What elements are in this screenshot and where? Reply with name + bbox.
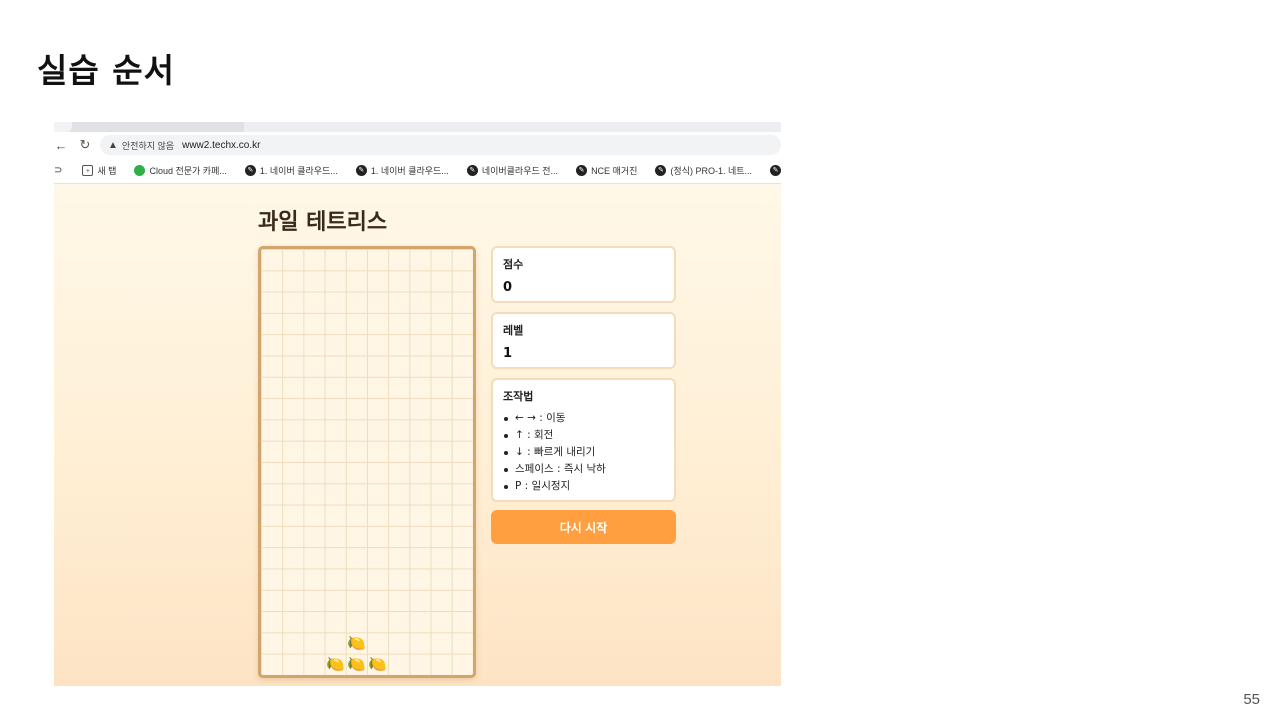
lemon-block: 🍋 [368, 655, 387, 673]
reload-icon[interactable]: ↻ [78, 137, 92, 153]
bookmarks-menu-icon[interactable]: ⊃ [54, 165, 62, 176]
page-number: 55 [1243, 691, 1260, 708]
bookmark-label: 네이버클라우드 전... [481, 166, 559, 176]
bookmark-n[interactable]: ✎ N [770, 165, 781, 176]
control-item: P : 일시정지 [503, 478, 664, 495]
warning-icon[interactable]: ▲ [108, 140, 118, 151]
bookmark-label: NCE 매거진 [591, 166, 638, 176]
bookmark-icon: ✎ [355, 165, 367, 176]
url-text[interactable]: www2.techx.co.kr [182, 140, 260, 151]
lemon-block: 🍋 [347, 634, 366, 652]
bookmark-icon: ✎ [244, 165, 256, 176]
bookmark-label: (정식) PRO-1. 네트... [670, 166, 753, 176]
control-item: ↓ : 빠르게 내리기 [503, 444, 664, 461]
score-label: 점수 [503, 258, 524, 271]
bookmark-label: 1. 네이버 클라우드... [259, 166, 338, 176]
game-title: 과일 테트리스 [258, 210, 388, 235]
level-label: 레벨 [503, 324, 524, 337]
control-item: ← → : 이동 [503, 410, 664, 427]
lemon-block: 🍋 [347, 655, 366, 673]
browser-tab[interactable] [54, 122, 72, 132]
bookmark-icon: ✎ [466, 165, 478, 176]
bookmark-label: 새 탭 [97, 166, 117, 176]
bookmark-nce-magazine[interactable]: ✎ NCE 매거진 [576, 164, 637, 177]
controls-list: ← → : 이동 ↑ : 회전 ↓ : 빠르게 내리기 스페이스 : 즉시 낙하… [503, 410, 664, 495]
new-tab-icon: + [82, 165, 94, 176]
game-page: 과일 테트리스 🍋 🍋 🍋 🍋 점수 0 레벨 1 조작법 ← → : 이동 ↑… [54, 184, 781, 686]
bookmark-naver-cloud-3[interactable]: ✎ 네이버클라우드 전... [466, 164, 559, 177]
control-item: 스페이스 : 즉시 낙하 [503, 461, 664, 478]
bookmark-label: 1. 네이버 클라우드... [370, 166, 449, 176]
bookmark-icon: ✎ [655, 165, 667, 176]
bookmark-cloud-cafe[interactable]: Cloud 전문가 카페... [134, 164, 227, 177]
cloud-icon [134, 165, 146, 176]
control-item: ↑ : 회전 [503, 427, 664, 444]
bookmark-naver-cloud-2[interactable]: ✎ 1. 네이버 클라우드... [355, 164, 449, 177]
address-bar: ← ↻ ▲ 안전하지 않음 www2.techx.co.kr [54, 132, 781, 158]
browser-tab[interactable] [244, 122, 781, 132]
controls-label: 조작법 [503, 390, 534, 403]
bookmark-label: Cloud 전문가 카페... [149, 166, 227, 176]
tab-strip [54, 122, 781, 132]
browser-screenshot: ← ↻ ▲ 안전하지 않음 www2.techx.co.kr ⊃ + 새 탭 C… [54, 122, 781, 686]
controls-panel: 조작법 ← → : 이동 ↑ : 회전 ↓ : 빠르게 내리기 스페이스 : 즉… [491, 378, 676, 502]
restart-button[interactable]: 다시 시작 [491, 510, 676, 544]
security-label[interactable]: 안전하지 않음 [122, 139, 174, 152]
bookmark-new-tab[interactable]: + 새 탭 [82, 164, 116, 177]
score-value: 0 [503, 280, 513, 295]
slide-title: 실습 순서 [37, 51, 175, 90]
url-field[interactable]: ▲ 안전하지 않음 www2.techx.co.kr [100, 135, 781, 155]
level-value: 1 [503, 346, 513, 361]
bookmarks-bar: ⊃ + 새 탭 Cloud 전문가 카페... ✎ 1. 네이버 클라우드...… [54, 158, 781, 184]
bookmark-icon: ✎ [576, 165, 588, 176]
level-panel: 레벨 1 [491, 312, 676, 369]
slide: 실습 순서 ← ↻ ▲ 안전하지 않음 www2.techx.co.kr ⊃ +… [0, 0, 1280, 720]
back-arrow-icon[interactable]: ← [54, 138, 68, 153]
bookmark-naver-cloud-1[interactable]: ✎ 1. 네이버 클라우드... [244, 164, 338, 177]
game-board[interactable]: 🍋 🍋 🍋 🍋 [258, 246, 476, 678]
bookmark-pro-network[interactable]: ✎ (정식) PRO-1. 네트... [655, 164, 752, 177]
lemon-block: 🍋 [326, 655, 345, 673]
score-panel: 점수 0 [491, 246, 676, 303]
bookmark-icon: ✎ [770, 165, 781, 176]
